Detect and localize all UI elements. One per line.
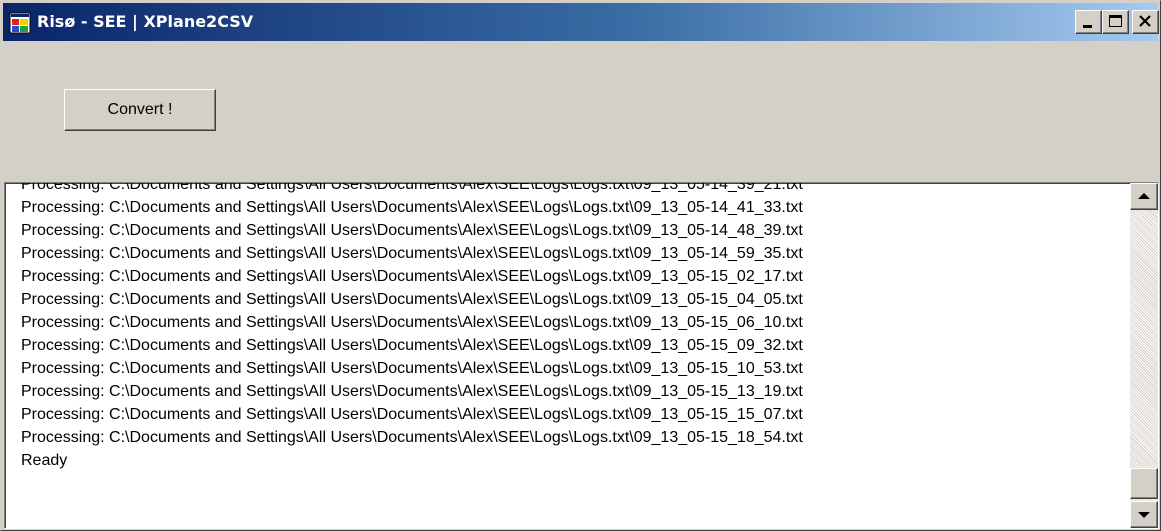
- window-title: Risø - SEE | XPlane2CSV: [37, 12, 254, 31]
- app-window: Risø - SEE | XPlane2CSV Convert ! Proces…: [0, 0, 1161, 531]
- vertical-scrollbar[interactable]: [1130, 183, 1158, 528]
- log-output[interactable]: Processing: C:\Documents and Settings\Al…: [4, 182, 1159, 529]
- arrow-down-icon: [1138, 512, 1150, 518]
- scroll-down-button[interactable]: [1130, 501, 1158, 528]
- log-line: Processing: C:\Documents and Settings\Al…: [21, 337, 803, 354]
- close-icon: [1139, 15, 1151, 27]
- log-line: Processing: C:\Documents and Settings\Al…: [21, 268, 803, 285]
- log-line: Processing: C:\Documents and Settings\Al…: [21, 182, 803, 193]
- scroll-thumb[interactable]: [1130, 468, 1158, 499]
- minimize-button[interactable]: [1075, 10, 1102, 34]
- log-lines: Processing: C:\Documents and Settings\Al…: [21, 182, 1121, 472]
- log-line: Processing: C:\Documents and Settings\Al…: [21, 360, 803, 377]
- maximize-button[interactable]: [1102, 10, 1129, 34]
- scroll-up-button[interactable]: [1130, 183, 1158, 210]
- log-line: Processing: C:\Documents and Settings\Al…: [21, 222, 803, 239]
- log-line: Processing: C:\Documents and Settings\Al…: [21, 245, 803, 262]
- log-line: Processing: C:\Documents and Settings\Al…: [21, 429, 803, 446]
- app-window-icon[interactable]: [9, 12, 31, 34]
- log-line: Processing: C:\Documents and Settings\Al…: [21, 291, 803, 308]
- log-line: Processing: C:\Documents and Settings\Al…: [21, 383, 803, 400]
- log-line: Processing: C:\Documents and Settings\Al…: [21, 199, 803, 216]
- log-line: Processing: C:\Documents and Settings\Al…: [21, 406, 803, 423]
- log-line: Ready: [21, 452, 68, 469]
- log-line: Processing: C:\Documents and Settings\Al…: [21, 314, 803, 331]
- title-bar[interactable]: Risø - SEE | XPlane2CSV: [3, 3, 1159, 41]
- arrow-up-icon: [1138, 193, 1150, 199]
- minimize-icon: [1083, 25, 1092, 28]
- maximize-icon: [1109, 15, 1122, 27]
- close-button[interactable]: [1132, 10, 1159, 34]
- convert-button[interactable]: Convert !: [64, 89, 216, 131]
